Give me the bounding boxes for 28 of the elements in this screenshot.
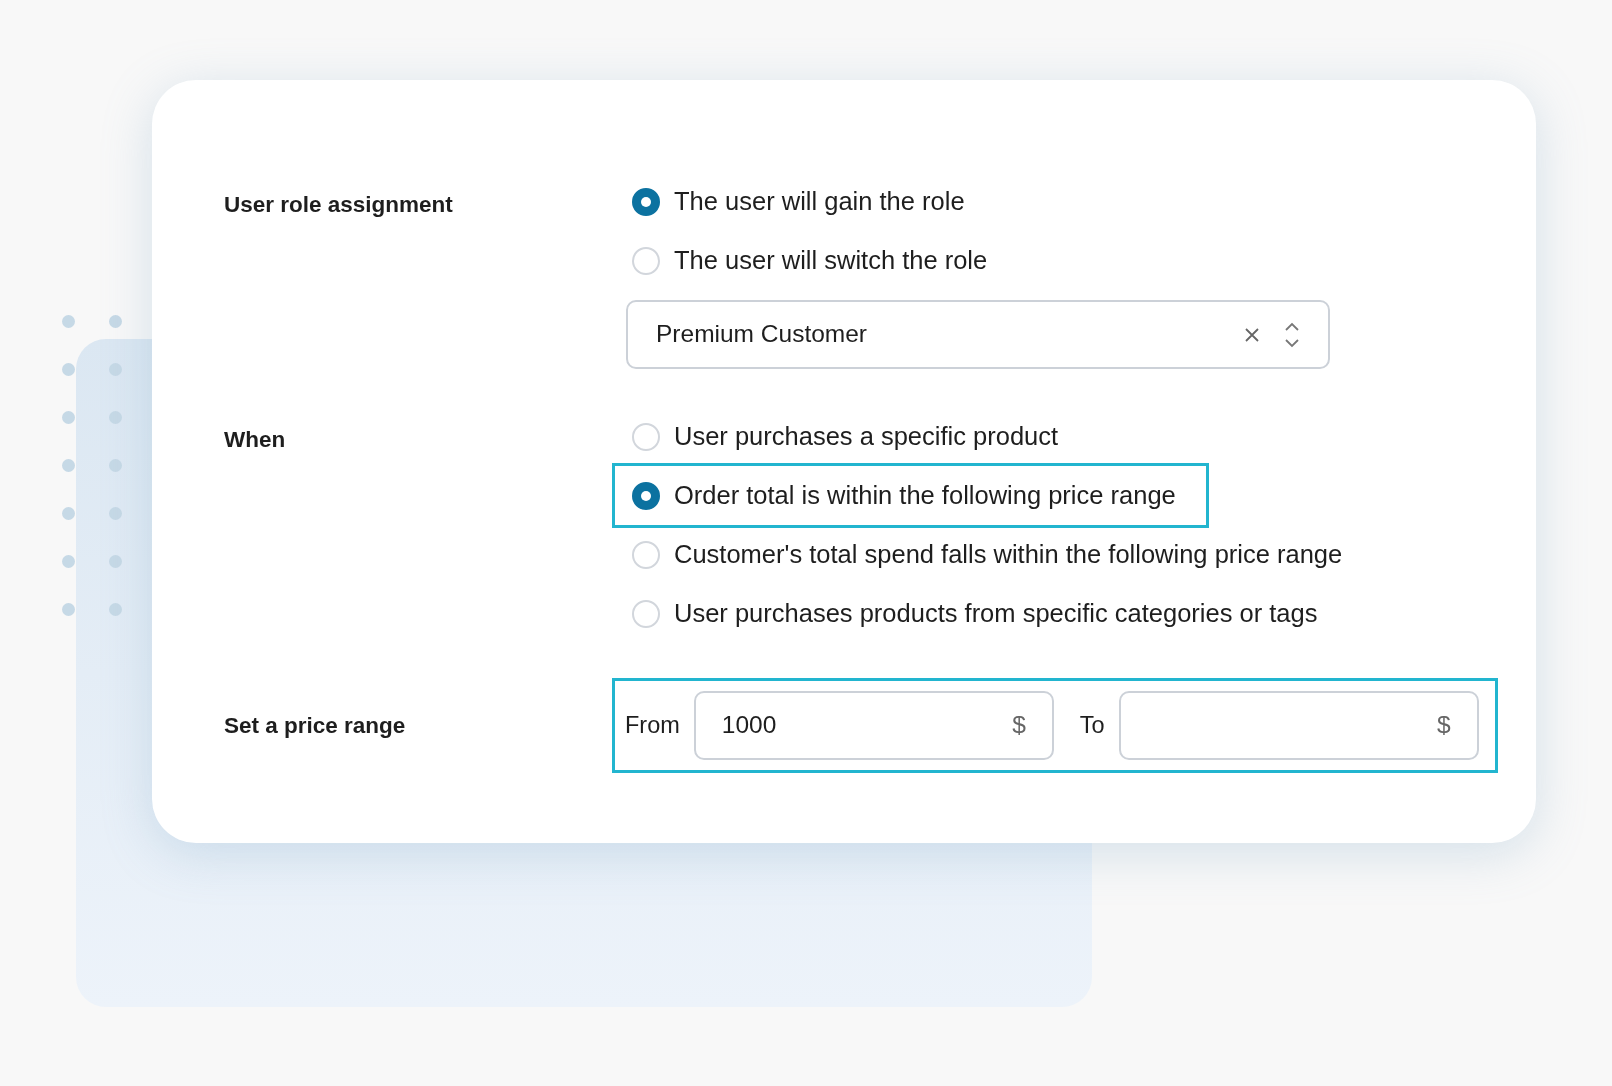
price-input-field[interactable]: 1000 $ bbox=[693, 691, 1054, 760]
currency-unit: $ bbox=[1437, 710, 1451, 741]
field-value: 1000 bbox=[721, 710, 777, 741]
radio-option[interactable]: Order total is within the following price range bbox=[615, 466, 1206, 525]
radio-option[interactable]: User purchases a specific product bbox=[615, 407, 1089, 466]
radio-option[interactable]: The user will gain the role bbox=[615, 172, 995, 231]
option-label: Customer's total spend falls within the following price range bbox=[674, 539, 1343, 571]
section-label: When bbox=[224, 426, 287, 454]
price-input-field[interactable]: $ bbox=[1118, 691, 1479, 760]
option-label: The user will switch the role bbox=[674, 245, 988, 277]
option-label: Order total is within the following price range bbox=[674, 480, 1176, 512]
radio-option[interactable]: User purchases products from specific categories or tags bbox=[615, 584, 1348, 643]
section-label: Set a price range bbox=[224, 711, 407, 740]
select-value: Premium Customer bbox=[656, 319, 867, 350]
option-label: The user will gain the role bbox=[674, 186, 965, 218]
chevron-updown-icon bbox=[1284, 320, 1300, 349]
currency-unit: $ bbox=[1012, 710, 1026, 741]
role-select[interactable]: Premium Customer bbox=[626, 300, 1330, 369]
option-label: User purchases products from specific categories or tags bbox=[674, 598, 1318, 630]
radio-option[interactable]: Customer's total spend falls within the following price range bbox=[615, 525, 1373, 584]
radio-button[interactable] bbox=[632, 481, 660, 510]
section-label: User role assignment bbox=[224, 191, 454, 219]
field-label: To bbox=[1079, 710, 1105, 740]
radio-button[interactable] bbox=[632, 187, 660, 216]
clear-icon[interactable] bbox=[1244, 326, 1260, 343]
option-label: User purchases a specific product bbox=[674, 421, 1059, 453]
radio-option[interactable]: The user will switch the role bbox=[615, 231, 1018, 290]
field-label: From bbox=[625, 710, 680, 740]
